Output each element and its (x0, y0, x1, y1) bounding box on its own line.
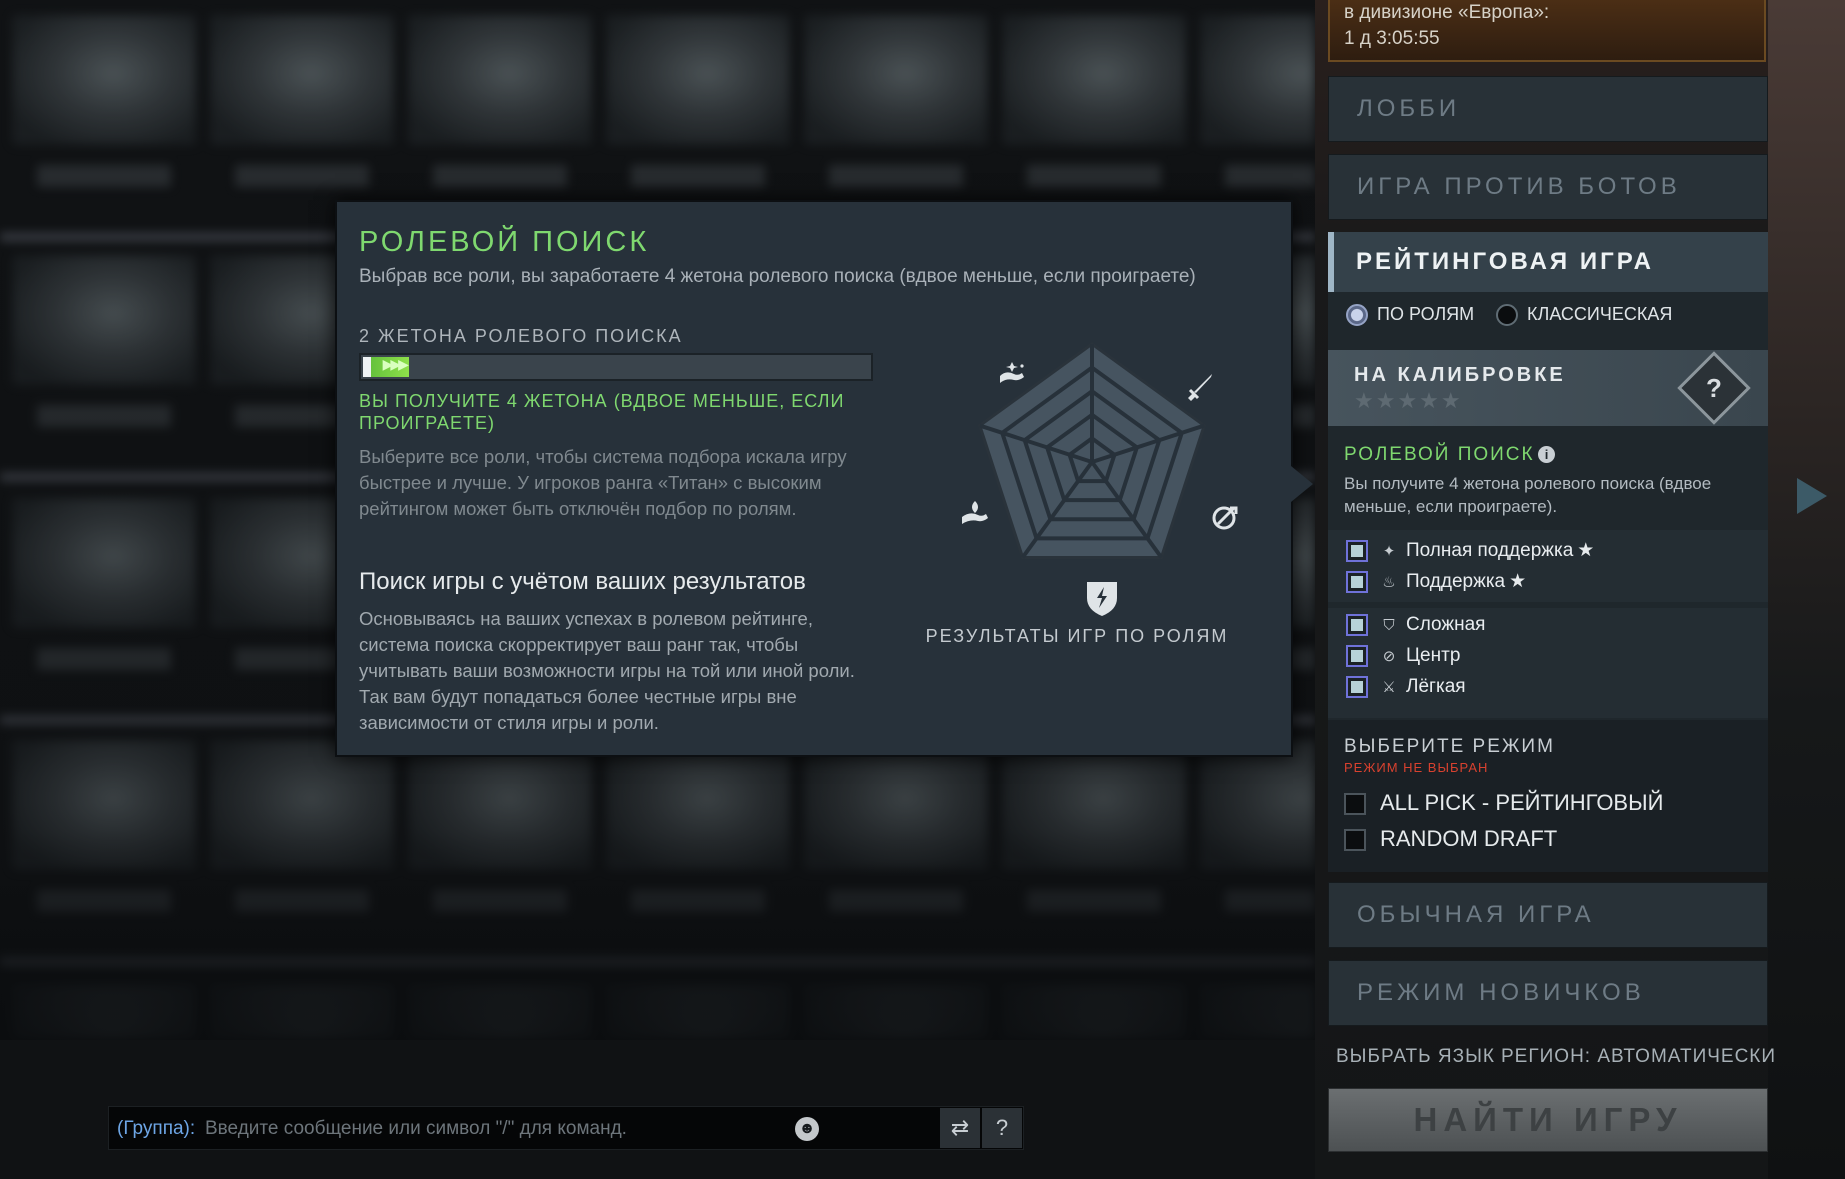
emoji-icon[interactable]: ☻ (795, 1117, 819, 1141)
role-checkbox[interactable] (1346, 644, 1368, 667)
offlane-icon: ⛉ (1383, 617, 1395, 634)
offlane-icon (1212, 506, 1238, 530)
radar-caption: РЕЗУЛЬТАТЫ ИГР ПО РОЛЯМ (925, 626, 1229, 646)
division-label: в дивизионе «Европа»: (1344, 2, 1550, 23)
role-label: Лёгкая (1406, 676, 1466, 697)
mid-icon (1087, 582, 1117, 616)
role-item[interactable]: ✦ Полная поддержка ★ (1346, 538, 1594, 564)
role-label: Полная поддержка (1406, 540, 1574, 561)
role-label: Сложная (1406, 614, 1486, 635)
info-icon[interactable]: i (1538, 446, 1555, 463)
chat-help-button[interactable]: ? (982, 1108, 1022, 1148)
chat-wheel-icon[interactable]: ⇄ (940, 1108, 980, 1148)
newbie-mode-button[interactable]: РЕЖИМ НОВИЧКОВ (1328, 960, 1768, 1026)
role-search-desc: Вы получите 4 жетона ролевого поиска (вд… (1344, 474, 1712, 516)
hero-art-edge (1768, 0, 1845, 1179)
role-checkbox[interactable] (1346, 675, 1368, 698)
find-game-button[interactable]: НАЙТИ ИГРУ (1328, 1088, 1768, 1152)
progress-handle (363, 357, 371, 377)
star-icon: ★ (1509, 571, 1527, 592)
hard-support-icon (1000, 362, 1024, 383)
expand-arrow-icon[interactable] (1797, 478, 1827, 514)
region-link[interactable]: РЕГИОН: АВТОМАТИЧЕСКИ (1501, 1046, 1776, 1068)
chat-input[interactable] (205, 1113, 1005, 1145)
chat-bar: (Группа): (108, 1106, 1024, 1150)
role-label: Центр (1406, 645, 1461, 666)
performance-heading: Поиск игры с учётом ваших результатов (359, 568, 806, 595)
select-all-roles-note: Выберите все роли, чтобы система подбора… (359, 446, 847, 519)
bots-button[interactable]: ИГРА ПРОТИВ БОТОВ (1328, 154, 1768, 220)
role-label: Поддержка (1406, 571, 1506, 592)
tokens-label: 2 ЖЕТОНА РОЛЕВОГО ПОИСКА (359, 326, 683, 346)
progress-arrows-icon: ▶▶▶ (382, 356, 409, 372)
calibration-stars: ★★★★★ (1354, 388, 1463, 413)
support-icon: ♨ (1382, 574, 1396, 591)
rank-badge-icon: ? (1677, 351, 1751, 425)
radio-classic-label: КЛАССИЧЕСКАЯ (1527, 304, 1673, 324)
mode-title: ВЫБЕРИТЕ РЕЖИМ (1344, 736, 1555, 757)
radio-selected-icon (1346, 304, 1368, 327)
mode-warning: РЕЖИМ НЕ ВЫБРАН (1344, 760, 1489, 775)
radio-unselected-icon (1496, 304, 1518, 327)
support-icon (962, 501, 988, 524)
division-timer: в дивизионе «Европа»: 1 д 3:05:55 (1328, 0, 1766, 62)
radio-by-roles[interactable]: ПО РОЛЯМ (1346, 304, 1475, 327)
mode-all-pick[interactable]: ALL PICK - РЕЙТИНГОВЫЙ (1344, 790, 1663, 816)
rank-badge-mark: ? (1706, 373, 1722, 403)
popup-title: РОЛЕВОЙ ПОИСК (359, 226, 650, 258)
role-checkbox[interactable] (1346, 539, 1368, 562)
radio-classic[interactable]: КЛАССИЧЕСКАЯ (1496, 304, 1673, 327)
tokens-reward-note: ВЫ ПОЛУЧИТЕ 4 ЖЕТОНА (ВДВОЕ МЕНЬШЕ, ЕСЛИ… (359, 391, 845, 433)
role-item[interactable]: ⊘ Центр (1346, 643, 1460, 669)
role-search-popup: РОЛЕВОЙ ПОИСК Выбрав все роли, вы зарабо… (335, 200, 1293, 757)
role-search-title: РОЛЕВОЙ ПОИСК (1344, 444, 1535, 465)
radio-by-roles-label: ПО РОЛЯМ (1377, 304, 1475, 324)
hard-support-icon: ✦ (1382, 543, 1396, 560)
ranked-game-button[interactable]: РЕЙТИНГОВАЯ ИГРА (1328, 232, 1768, 292)
star-icon: ★ (1577, 540, 1595, 561)
performance-paragraph: Основываясь на ваших успехах в ролевом р… (359, 608, 855, 733)
carry-icon: ⚔ (1382, 679, 1396, 696)
checkbox-icon (1344, 829, 1366, 852)
division-time: 1 д 3:05:55 (1344, 28, 1440, 49)
role-checkbox[interactable] (1346, 613, 1368, 636)
mid-icon: ⊘ (1382, 648, 1396, 665)
role-results-radar (962, 342, 1238, 616)
carry-icon (1188, 374, 1212, 401)
calibration-title: НА КАЛИБРОВКЕ (1354, 364, 1566, 386)
tokens-progress-bar: ▶▶▶ (359, 353, 873, 381)
role-item[interactable]: ⛉ Сложная (1346, 612, 1485, 638)
mode-all-pick-label: ALL PICK - РЕЙТИНГОВЫЙ (1380, 790, 1664, 815)
chat-channel-label: (Группа): (117, 1118, 196, 1139)
role-checkbox[interactable] (1346, 570, 1368, 593)
select-language-link[interactable]: ВЫБРАТЬ ЯЗЫК (1336, 1046, 1495, 1068)
popup-subtitle: Выбрав все роли, вы заработаете 4 жетона… (359, 266, 1196, 287)
popup-pointer (1291, 466, 1313, 502)
mode-random-draft-label: RANDOM DRAFT (1380, 826, 1558, 851)
lobby-button[interactable]: ЛОББИ (1328, 76, 1768, 142)
role-item[interactable]: ⚔ Лёгкая (1346, 674, 1466, 700)
unranked-button[interactable]: ОБЫЧНАЯ ИГРА (1328, 882, 1768, 948)
calibration-banner: НА КАЛИБРОВКЕ ★★★★★ ? (1328, 350, 1768, 426)
checkbox-icon (1344, 793, 1366, 816)
mode-random-draft[interactable]: RANDOM DRAFT (1344, 826, 1557, 852)
role-item[interactable]: ♨ Поддержка ★ (1346, 569, 1526, 595)
